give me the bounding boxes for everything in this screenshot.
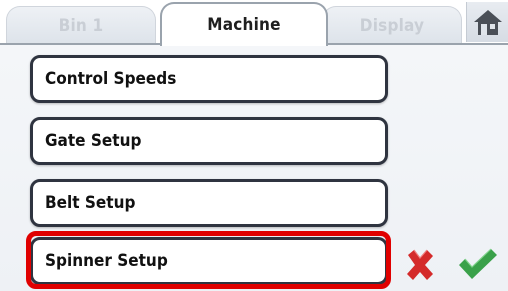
confirm-button[interactable] <box>455 243 499 287</box>
spinner-setup-button[interactable]: Spinner Setup <box>30 237 388 285</box>
home-icon <box>474 10 502 35</box>
menu-item-label: Spinner Setup <box>45 251 168 271</box>
gate-setup-button[interactable]: Gate Setup <box>30 117 388 165</box>
tab-label: Bin 1 <box>58 15 104 36</box>
menu-item-label: Belt Setup <box>45 193 136 213</box>
cancel-x-icon <box>407 249 433 280</box>
tab-machine[interactable]: Machine <box>160 2 328 46</box>
checkmark-icon <box>459 248 497 279</box>
menu-item-label: Gate Setup <box>45 131 142 151</box>
cancel-button[interactable] <box>398 243 442 287</box>
screen: Bin 1 Display Machine Control Speeds Gat… <box>0 0 508 291</box>
tab-label: Display <box>359 15 425 36</box>
belt-setup-button[interactable]: Belt Setup <box>30 179 388 227</box>
tab-label: Machine <box>207 15 281 35</box>
control-speeds-button[interactable]: Control Speeds <box>30 55 388 103</box>
tab-bin-1[interactable]: Bin 1 <box>6 6 156 44</box>
tab-bar: Bin 1 Display Machine <box>0 0 508 46</box>
home-button[interactable] <box>466 2 508 42</box>
menu-item-label: Control Speeds <box>45 69 177 89</box>
tab-display[interactable]: Display <box>322 6 462 44</box>
